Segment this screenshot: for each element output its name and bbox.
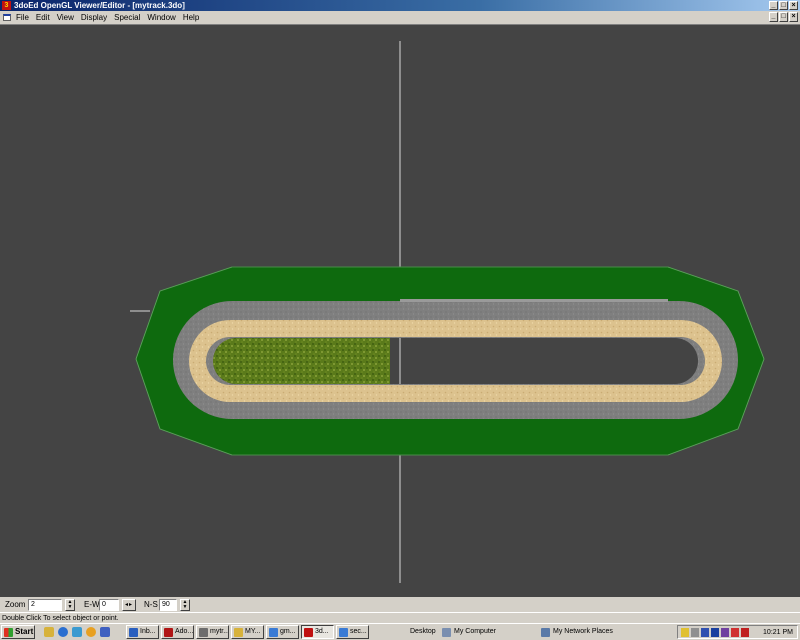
ew-spinner[interactable]: ◂▸: [122, 599, 136, 611]
desktop-quicklaunch-icon[interactable]: [44, 627, 54, 637]
tray-w-icon[interactable]: [731, 628, 739, 637]
task-button-3doed[interactable]: 3d...: [301, 625, 334, 639]
doc-close-button[interactable]: ×: [789, 12, 798, 22]
task-button-mytrack[interactable]: mytr...: [196, 625, 229, 639]
my-computer-label: My Computer: [454, 628, 497, 635]
tray-antivirus-icon[interactable]: [741, 628, 749, 637]
status-text: Double Click To select object or point.: [2, 615, 119, 622]
document-window-controls: _ □ ×: [769, 12, 798, 22]
document-icon: [199, 627, 208, 637]
ns-label: N-S: [144, 600, 158, 609]
ns-spinner[interactable]: ▲ ▼: [180, 599, 190, 611]
browser-quicklaunch-icon[interactable]: [58, 627, 68, 637]
task-button-my[interactable]: MY...: [231, 625, 264, 639]
folder-icon: [234, 627, 243, 637]
view-control-bar: Zoom 2 ▲ ▼ E-W 0 ◂▸ N-S 90 ▲ ▼: [0, 597, 800, 612]
menu-list: File Edit View Display Special Window He…: [16, 11, 199, 24]
my-computer-item[interactable]: My Computer: [442, 624, 496, 640]
zoom-label: Zoom: [5, 600, 26, 609]
tray-sound-icon[interactable]: [691, 628, 699, 637]
app-3d-icon: [304, 627, 313, 637]
infield-grass: [213, 338, 390, 384]
track-render[interactable]: [0, 25, 800, 598]
task-label: 3d...: [315, 628, 329, 635]
doc-maximize-button[interactable]: □: [779, 12, 788, 22]
clock[interactable]: 10:21 PM: [763, 626, 793, 639]
menu-edit[interactable]: Edit: [36, 11, 50, 24]
zoom-spinner[interactable]: ▲ ▼: [65, 599, 75, 611]
taskbar: Start Inb... Ado... mytr... MY... gm... …: [0, 623, 800, 640]
task-label: sec...: [350, 628, 367, 635]
menu-bar: File Edit View Display Special Window He…: [0, 11, 800, 24]
menu-file[interactable]: File: [16, 11, 29, 24]
tray-monitor-icon[interactable]: [721, 628, 729, 637]
ew-input[interactable]: 0: [99, 599, 119, 611]
outlook-quicklaunch-icon[interactable]: [72, 627, 82, 637]
task-button-acrobat[interactable]: Ado...: [161, 625, 194, 639]
tray-n-icon[interactable]: [711, 628, 719, 637]
app-icon[interactable]: 3: [2, 1, 11, 10]
menu-help[interactable]: Help: [183, 11, 199, 24]
menu-window[interactable]: Window: [147, 11, 175, 24]
ns-input[interactable]: 90: [159, 599, 177, 611]
acrobat-icon: [164, 627, 173, 637]
desktop-toolbar-label[interactable]: Desktop: [410, 624, 436, 640]
media-quicklaunch-icon[interactable]: [86, 627, 96, 637]
network-icon: [541, 627, 550, 637]
task-label: MY...: [245, 628, 261, 635]
task-button-sec[interactable]: sec...: [336, 625, 369, 639]
zoom-input[interactable]: 2: [28, 599, 62, 611]
document-icon[interactable]: [3, 14, 11, 21]
tray-network-icon[interactable]: [701, 628, 709, 637]
network-label: My Network Places: [553, 628, 613, 635]
system-tray: 10:21 PM: [677, 625, 798, 639]
minimize-button[interactable]: _: [769, 1, 778, 10]
opengl-viewport[interactable]: [0, 24, 800, 597]
task-label: Ado...: [175, 628, 194, 635]
maximize-button[interactable]: □: [779, 1, 788, 10]
task-label: mytr...: [210, 628, 229, 635]
ew-label: E-W: [84, 600, 100, 609]
menu-view[interactable]: View: [57, 11, 74, 24]
track-start-strip: [400, 299, 668, 302]
tray-app-icon[interactable]: [681, 628, 689, 637]
title-bar: 3 3doEd OpenGL Viewer/Editor - [mytrack.…: [0, 0, 800, 11]
menu-display[interactable]: Display: [81, 11, 107, 24]
network-places-item[interactable]: My Network Places: [541, 624, 613, 640]
status-bar: Double Click To select object or point.: [0, 612, 800, 623]
task-label: Inb...: [140, 628, 156, 635]
mail-icon: [129, 627, 138, 637]
start-label: Start: [15, 627, 34, 636]
doc-minimize-button[interactable]: _: [769, 12, 778, 22]
task-button-gm[interactable]: gm...: [266, 625, 299, 639]
window-controls: _ □ ×: [769, 1, 798, 10]
task-label: gm...: [280, 628, 296, 635]
task-button-inbox[interactable]: Inb...: [126, 625, 159, 639]
window-icon: [339, 627, 348, 637]
window-title: 3doEd OpenGL Viewer/Editor - [mytrack.3d…: [14, 1, 185, 10]
menu-special[interactable]: Special: [114, 11, 140, 24]
close-button[interactable]: ×: [789, 1, 798, 10]
windows-logo-icon: [4, 627, 13, 637]
app-quicklaunch-icon[interactable]: [100, 627, 110, 637]
start-button[interactable]: Start: [1, 625, 35, 639]
window-icon: [269, 627, 278, 637]
computer-icon: [442, 627, 451, 637]
